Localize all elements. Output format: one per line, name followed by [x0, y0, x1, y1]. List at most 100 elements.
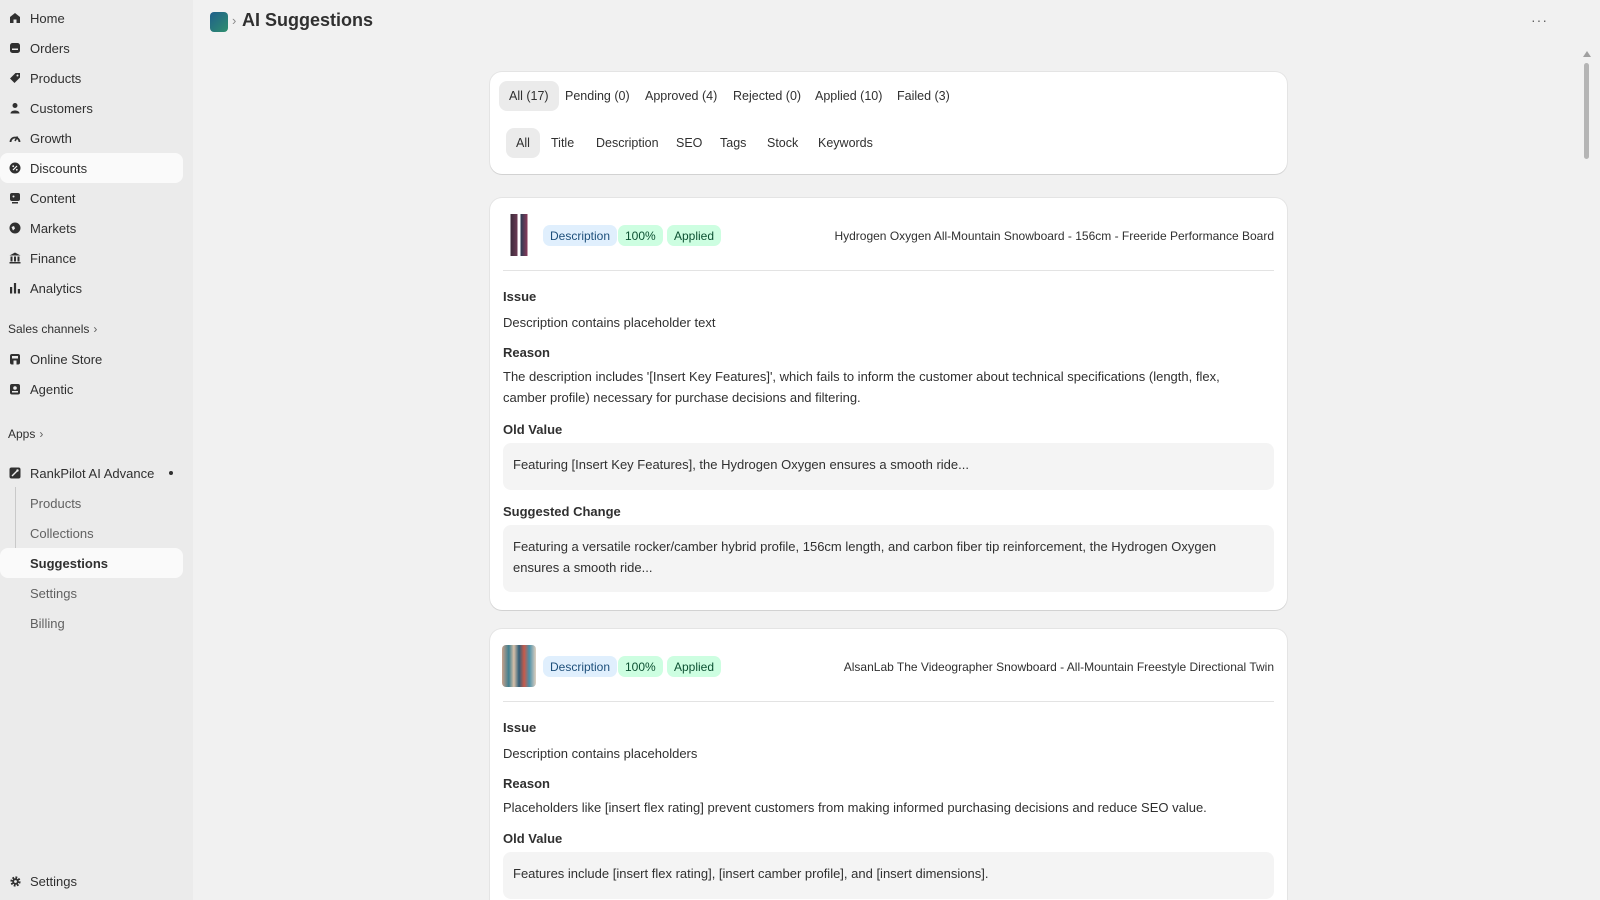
sidebar-subitem-settings[interactable]: Settings: [0, 578, 183, 608]
person-icon: [8, 101, 22, 115]
old-value-box: Features include [insert flex rating], […: [503, 852, 1274, 899]
tab-type-keywords[interactable]: Keywords: [808, 128, 883, 158]
suggested-change-box: Featuring a versatile rocker/camber hybr…: [503, 525, 1274, 592]
tab-type-stock[interactable]: Stock: [757, 128, 808, 158]
tab-status-failed[interactable]: Failed (3): [887, 81, 960, 111]
top-bar: › AI Suggestions ···: [193, 0, 1600, 44]
tag-icon: [8, 71, 22, 85]
old-value-box: Featuring [Insert Key Features], the Hyd…: [503, 443, 1274, 490]
orders-icon: [8, 41, 22, 55]
sidebar-item-home[interactable]: Home: [0, 3, 183, 33]
breadcrumb-separator: ›: [232, 13, 237, 28]
apps-header[interactable]: Apps ›: [8, 424, 43, 444]
divider: [503, 270, 1274, 271]
type-badge: Description: [543, 225, 618, 246]
sidebar-item-label: Analytics: [30, 280, 83, 296]
sidebar-item-markets[interactable]: Markets: [0, 213, 183, 243]
gear-icon: [8, 874, 22, 888]
tab-status-applied[interactable]: Applied (10): [805, 81, 892, 111]
issue-text: Description contains placeholder text: [503, 315, 716, 330]
sidebar-item-analytics[interactable]: Analytics: [0, 273, 183, 303]
sidebar-item-orders[interactable]: Orders: [0, 33, 183, 63]
confidence-badge: 100%: [618, 656, 663, 677]
sidebar-item-label: RankPilot AI Advance: [30, 465, 155, 481]
sidebar-item-label: Finance: [30, 250, 77, 266]
tab-type-tags[interactable]: Tags: [710, 128, 756, 158]
product-name[interactable]: Hydrogen Oxygen All-Mountain Snowboard -…: [834, 229, 1274, 243]
product-thumbnail: [502, 645, 536, 687]
sidebar-item-label: Agentic: [30, 381, 74, 397]
home-icon: [8, 11, 22, 25]
filter-card: All (17) Pending (0) Approved (4) Reject…: [490, 72, 1287, 174]
issue-label: Issue: [503, 289, 537, 304]
sidebar-item-label: Orders: [30, 40, 70, 56]
agent-icon: [8, 382, 22, 396]
sidebar: Home Orders Products Customers Growth Di…: [0, 0, 193, 900]
sidebar-item-agentic[interactable]: Agentic: [0, 374, 183, 404]
bar-chart-icon: [8, 281, 22, 295]
globe-icon: [8, 221, 22, 235]
suggested-change-label: Suggested Change: [503, 504, 621, 519]
sidebar-item-growth[interactable]: Growth: [0, 123, 183, 153]
sidebar-item-label: Discounts: [30, 160, 88, 176]
sidebar-item-label: Content: [30, 190, 76, 206]
discount-icon: [8, 161, 22, 175]
sidebar-item-label: Billing: [30, 615, 65, 631]
sidebar-item-finance[interactable]: Finance: [0, 243, 183, 273]
sidebar-item-discounts[interactable]: Discounts: [0, 153, 183, 183]
sidebar-item-label: Products: [30, 70, 82, 86]
product-thumbnail: [502, 214, 536, 256]
sidebar-item-label: Settings: [30, 585, 77, 601]
app-icon: [8, 466, 22, 480]
more-actions-button[interactable]: ···: [1531, 12, 1548, 28]
tab-status-pending[interactable]: Pending (0): [555, 81, 640, 111]
reason-text: Placeholders like [insert flex rating] p…: [503, 800, 1207, 815]
tab-type-title[interactable]: Title: [541, 128, 584, 158]
tab-type-seo[interactable]: SEO: [666, 128, 712, 158]
content-icon: [8, 191, 22, 205]
suggestion-card: Description 100% Applied AlsanLab The Vi…: [490, 629, 1287, 900]
product-name[interactable]: AlsanLab The Videographer Snowboard - Al…: [844, 660, 1274, 674]
type-badge: Description: [543, 656, 618, 677]
sidebar-item-label: Growth: [30, 130, 72, 146]
reason-label: Reason: [503, 345, 550, 360]
status-badge: Applied: [667, 656, 722, 677]
sidebar-item-label: Suggestions: [30, 555, 109, 571]
bank-icon: [8, 251, 22, 265]
suggestion-card: Description 100% Applied Hydrogen Oxygen…: [490, 198, 1287, 610]
scrollbar-thumb[interactable]: [1584, 63, 1589, 159]
sidebar-subitem-suggestions[interactable]: Suggestions: [0, 548, 183, 578]
chevron-right-icon: ›: [93, 322, 98, 336]
sidebar-subitem-products[interactable]: Products: [0, 488, 183, 518]
divider: [503, 701, 1274, 702]
growth-icon: [8, 131, 22, 145]
tab-status-rejected[interactable]: Rejected (0): [723, 81, 811, 111]
sidebar-item-settings[interactable]: Settings: [0, 866, 183, 896]
status-badge: Applied: [667, 225, 722, 246]
store-icon: [8, 352, 22, 366]
sidebar-item-label: Customers: [30, 100, 93, 116]
sidebar-item-content[interactable]: Content: [0, 183, 183, 213]
scroll-up-arrow-icon[interactable]: [1583, 51, 1591, 57]
sidebar-item-rankpilot[interactable]: RankPilot AI Advance: [0, 458, 183, 488]
confidence-badge: 100%: [618, 225, 663, 246]
sales-channels-label: Sales channels: [8, 322, 90, 336]
tab-type-all[interactable]: All: [506, 128, 540, 158]
reason-text: The description includes '[Insert Key Fe…: [503, 369, 1220, 405]
sales-channels-header[interactable]: Sales channels ›: [8, 319, 97, 339]
reason-label: Reason: [503, 776, 550, 791]
chevron-right-icon: ›: [39, 427, 44, 441]
sidebar-item-label: Online Store: [30, 351, 103, 367]
sidebar-item-label: Products: [30, 495, 82, 511]
tab-type-description[interactable]: Description: [586, 128, 669, 158]
sidebar-item-label: Collections: [30, 525, 94, 541]
page-title: AI Suggestions: [242, 10, 374, 30]
sidebar-subitem-billing[interactable]: Billing: [0, 608, 183, 638]
sidebar-subitem-collections[interactable]: Collections: [0, 518, 183, 548]
sidebar-item-products[interactable]: Products: [0, 63, 183, 93]
apps-label: Apps: [8, 427, 36, 441]
sidebar-item-customers[interactable]: Customers: [0, 93, 183, 123]
sidebar-item-online-store[interactable]: Online Store: [0, 344, 183, 374]
tab-status-approved[interactable]: Approved (4): [635, 81, 727, 111]
tab-status-all[interactable]: All (17): [499, 81, 559, 111]
